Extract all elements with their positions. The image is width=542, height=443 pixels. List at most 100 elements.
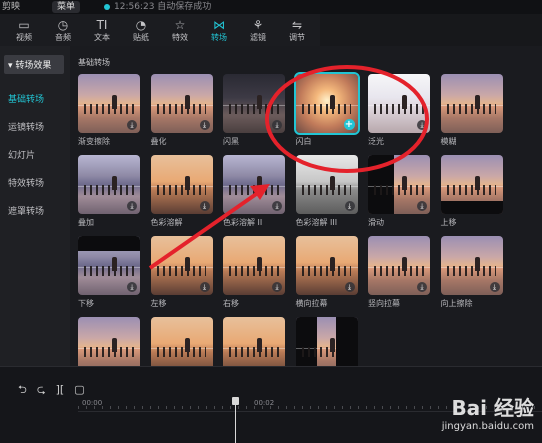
download-icon[interactable]: ⤓ [344,201,355,211]
transition-label: 闪黑 [223,137,239,146]
thumbnail-posts [156,346,207,357]
sidebar-item-3[interactable]: 幻灯片 [8,148,35,161]
download-icon[interactable]: ⤓ [272,201,282,211]
thumbnail-figure [184,256,190,271]
transition-label: 滑动 [368,218,384,227]
thumbnail-posts [301,103,352,114]
transition-label: 色彩溶解 III [295,218,338,227]
undo-icon[interactable]: ⮌ [18,383,27,396]
sidebar-item-2[interactable]: 运镜转场 [8,120,44,133]
tab-label: 音频 [55,33,71,42]
transition-label: 竖向拉幕 [368,299,400,308]
thumbnail-figure [474,94,480,109]
thumbnail-figure [257,175,263,190]
download-icon[interactable]: ⤓ [272,120,282,130]
download-icon[interactable]: ⤓ [489,282,500,292]
transition-tile[interactable]: ⤓ 色彩溶解 [150,155,215,235]
transition-thumbnail: ⤓ [295,155,358,214]
transition-thumbnail: ⤓ [295,236,358,295]
thumbnail-posts [374,265,424,276]
tab-6[interactable]: ⋈ 转场 [199,17,239,48]
tab-7[interactable]: ⚘ 滤镜 [238,17,278,45]
tab-2[interactable]: ◷ 音频 [43,17,83,45]
download-icon[interactable]: ⤓ [199,201,210,211]
app-name: 剪映 [2,2,21,12]
add-icon[interactable]: + [343,119,355,130]
transition-tile[interactable]: ⤓ 左移 [150,236,215,316]
download-icon[interactable]: ⤓ [199,282,210,292]
transition-tile[interactable]: + 闪白 [293,72,360,154]
tab-label: 文本 [94,33,110,42]
thumbnail-posts [446,184,497,195]
thumbnail-posts [229,265,279,276]
transition-thumbnail: ⤓ [150,236,213,295]
watermark-url: jingyan.baidu.com [441,421,534,432]
transition-tile[interactable]: ⤓ 下移 [78,236,142,316]
tab-3[interactable]: TI 文本 [82,17,122,45]
thumbnail-posts [84,184,134,195]
transition-tile[interactable]: ⤓ 向上擦除 [440,236,505,316]
transition-thumbnail: + [293,72,360,135]
transition-tile[interactable]: ⤓ 上移 [440,155,505,235]
save-status: 12:56:23 自动保存成功 [114,2,212,12]
thumbnail-figure [112,94,118,109]
download-icon[interactable]: ⤓ [127,120,137,130]
download-icon[interactable]: ⤓ [417,282,427,292]
thumbnail-figure [329,94,335,109]
playhead[interactable] [232,397,239,443]
tab-4[interactable]: ◔ 贴纸 [121,17,161,45]
transition-thumbnail: ⤓ [223,155,285,214]
transition-tile[interactable]: ⤓ 右移 [223,236,287,316]
transition-label: 闪白 [295,137,312,146]
transition-label: 下移 [78,299,94,308]
watermark-brand: Bai 经验 [451,396,534,420]
transition-tile[interactable]: ⤓ 泛光 [368,74,432,154]
redo-icon[interactable]: ⮎ [37,383,46,396]
transition-tile[interactable]: ⤓ 竖向拉幕 [368,236,432,316]
transition-tile[interactable]: ⤓ 叠化 [150,74,215,154]
transition-thumbnail: ⤓ [368,74,430,133]
download-icon[interactable]: ⤓ [127,282,137,292]
thumbnail-figure [112,256,118,271]
transition-tile[interactable]: ⤓ 叠加 [78,155,142,235]
tab-icon: ◔ [135,18,147,32]
tab-8[interactable]: ⇋ 调节 [277,17,317,45]
transition-tile[interactable]: ⤓ 横向拉幕 [295,236,360,316]
menu-button[interactable]: 菜单 [52,1,81,13]
transition-tile[interactable]: ⤓ 色彩溶解 II [223,155,287,235]
download-icon[interactable]: ⤓ [199,120,210,130]
thumbnail-figure [257,337,263,352]
transition-thumbnail: ⤓ [223,236,285,295]
download-icon[interactable]: ⤓ [489,201,500,211]
transition-tile[interactable]: ⤓ 色彩溶解 III [295,155,360,235]
download-icon[interactable]: ⤓ [127,201,137,211]
transition-thumbnail: ⤓ [150,155,213,214]
sidebar-item-4[interactable]: 特效转场 [8,176,44,189]
transition-label: 色彩溶解 II [223,218,263,227]
tab-icon: ⇋ [291,18,303,32]
thumbnail-posts [301,265,352,276]
download-icon[interactable]: ⤓ [272,282,282,292]
transition-thumbnail: ⤓ [440,155,503,214]
sidebar-header[interactable]: ▾ 转场效果 [4,55,64,74]
download-icon[interactable]: ⤓ [417,120,427,130]
transition-thumbnail: ⤓ [78,155,140,214]
tab-1[interactable]: ▭ 视频 [4,17,44,45]
transition-thumbnail [440,74,503,133]
thumbnail-posts [156,184,207,195]
download-icon[interactable]: ⤓ [344,282,355,292]
transition-tile[interactable]: ⤓ 滑动 [368,155,432,235]
transition-tile[interactable]: ⤓ 渐变擦除 [78,74,142,154]
download-icon[interactable]: ⤓ [417,201,427,211]
tab-icon: ⋈ [213,18,225,32]
split-icon[interactable]: ][ [56,383,65,396]
thumbnail-figure [329,337,335,352]
thumbnail-posts [446,265,497,276]
transition-tile[interactable]: 模糊 [440,74,505,154]
sidebar-item-5[interactable]: 遮罩转场 [8,204,44,217]
delete-icon[interactable]: ▢ [74,383,84,396]
tab-5[interactable]: ☆ 特效 [160,17,200,45]
thumbnail-posts [446,103,497,114]
sidebar-item-1[interactable]: 基础转场 [8,92,44,105]
transition-tile[interactable]: ⤓ 闪黑 [223,74,287,154]
